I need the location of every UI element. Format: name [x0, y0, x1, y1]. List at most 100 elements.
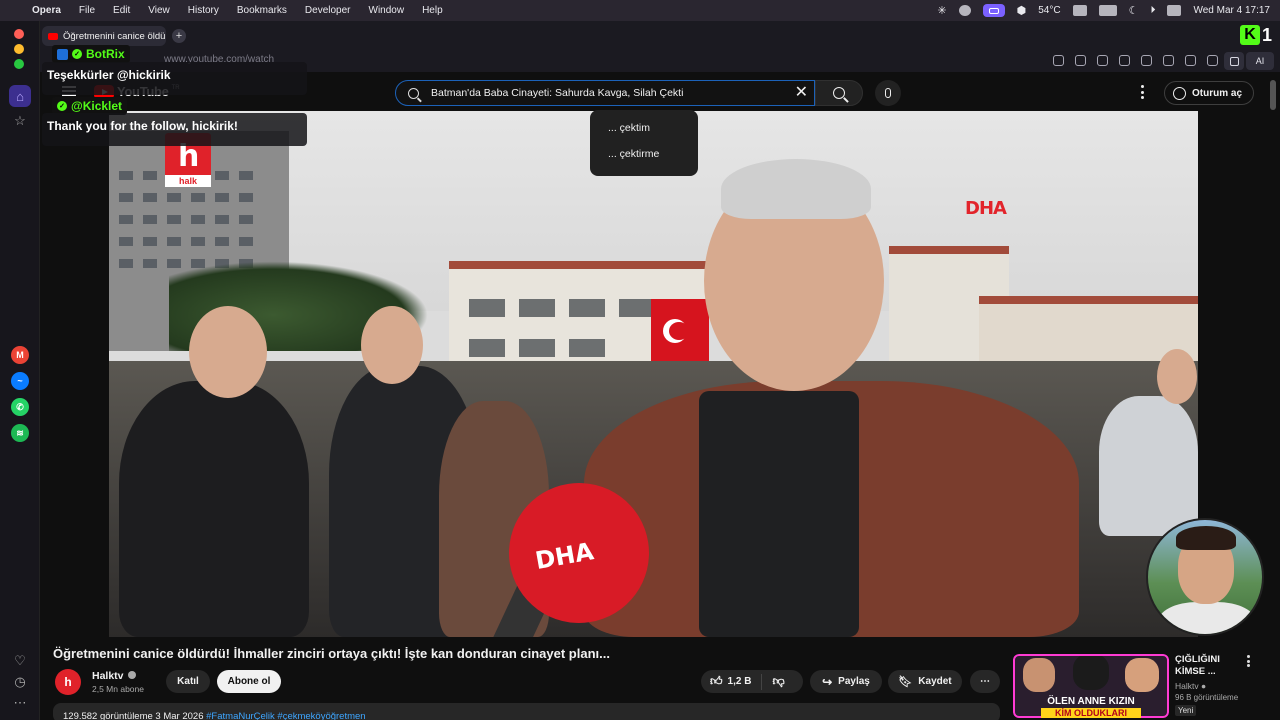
- spotify-icon[interactable]: ≋: [11, 424, 29, 442]
- more-icon[interactable]: ⋯: [9, 692, 31, 714]
- whatsapp-icon[interactable]: ✆: [11, 398, 29, 416]
- control-center-icon[interactable]: [1167, 5, 1182, 16]
- home-icon[interactable]: ⌂: [9, 85, 31, 107]
- moon-icon[interactable]: ☾: [1129, 4, 1139, 17]
- join-button[interactable]: Katıl: [166, 670, 210, 693]
- tab-title: Öğretmenini canice öldü: [63, 30, 166, 42]
- menu-file[interactable]: File: [79, 5, 95, 16]
- battery-icon[interactable]: [1098, 5, 1117, 16]
- person-young-head: [361, 306, 423, 384]
- description-tags[interactable]: #FatmaNurÇelik #çekmeköyöğretmen: [206, 711, 365, 720]
- chat-message-text: Teşekkürler @hickirik: [47, 68, 171, 82]
- recommended-channel[interactable]: Halktv ●: [1175, 681, 1206, 691]
- status-app-icon[interactable]: [958, 5, 971, 16]
- list-icon[interactable]: [1185, 55, 1196, 66]
- settings-kebab-icon[interactable]: [1140, 85, 1144, 99]
- verified-check-icon: ✓: [57, 101, 67, 111]
- screen: Opera File Edit View History Bookmarks D…: [0, 0, 1280, 720]
- extensions-button[interactable]: [1224, 52, 1244, 70]
- turkish-flag: [651, 299, 709, 369]
- person-left-head: [189, 306, 267, 398]
- microphone-label: DHA: [533, 537, 596, 576]
- subscribe-button[interactable]: Abone ol: [217, 670, 281, 693]
- person-left: [119, 381, 309, 637]
- close-window-button[interactable]: [14, 29, 24, 39]
- suggestion-item[interactable]: ... çektirme: [590, 144, 698, 170]
- verified-check-icon: ✓: [72, 49, 82, 59]
- search-input[interactable]: Batman'da Baba Cinayeti: Sahurda Kavga, …: [395, 80, 815, 106]
- shield-icon[interactable]: [1097, 55, 1108, 66]
- menu-history[interactable]: History: [188, 5, 219, 16]
- video-player[interactable]: DHA h halk DHA: [109, 111, 1198, 637]
- recommended-views: 96 B görüntüleme: [1175, 693, 1239, 702]
- like-dislike-group: 👍︎ 1,2 B 👎︎: [701, 670, 803, 693]
- new-tab-button[interactable]: +: [172, 29, 186, 43]
- extension-icon[interactable]: ⬢: [1017, 4, 1027, 17]
- vpn-icon[interactable]: [1119, 55, 1130, 66]
- share-button[interactable]: ↪ Paylaş: [810, 670, 882, 693]
- send-icon[interactable]: [1141, 55, 1152, 66]
- menu-view[interactable]: View: [148, 5, 170, 16]
- tab-youtube[interactable]: Öğretmenini canice öldü: [42, 26, 166, 46]
- search-value[interactable]: Batman'da Baba Cinayeti: Sahurda Kavga, …: [431, 87, 683, 99]
- chat-message: Thank you for the follow, hickirik!: [42, 113, 307, 146]
- voice-search-button[interactable]: [875, 80, 901, 106]
- minimize-window-button[interactable]: [14, 44, 24, 54]
- menu-bookmarks[interactable]: Bookmarks: [237, 5, 287, 16]
- clock[interactable]: Wed Mar 4 17:17: [1193, 5, 1270, 16]
- description-box[interactable]: 129.582 görüntüleme 3 Mar 2026 #FatmaNur…: [53, 703, 1000, 720]
- clear-search-icon[interactable]: ✕: [795, 85, 808, 101]
- menu-edit[interactable]: Edit: [113, 5, 130, 16]
- save-button[interactable]: 🔖︎ Kaydet: [888, 670, 962, 693]
- signin-label: Oturum aç: [1192, 87, 1243, 99]
- profile-icon[interactable]: [1207, 55, 1218, 66]
- recommended-kebab-icon[interactable]: [1246, 655, 1250, 667]
- heart-icon[interactable]: ♡: [9, 650, 31, 672]
- subscriber-count: 2,5 Mn abone: [92, 684, 144, 694]
- aria-ai-button[interactable]: AI: [1246, 52, 1274, 70]
- menu-help[interactable]: Help: [422, 5, 443, 16]
- account-icon: [1173, 86, 1186, 100]
- menu-window[interactable]: Window: [369, 5, 405, 16]
- channel-avatar[interactable]: h: [55, 669, 81, 695]
- macos-menubar: Opera File Edit View History Bookmarks D…: [0, 0, 1280, 21]
- save-label: Kaydet: [918, 676, 952, 687]
- share-label: Paylaş: [838, 676, 870, 687]
- kick-logo-number: 1: [1261, 24, 1272, 45]
- page-scrollbar[interactable]: [1270, 80, 1276, 110]
- screen-record-icon[interactable]: [982, 4, 1005, 17]
- like-button[interactable]: 👍︎ 1,2 B: [710, 674, 751, 689]
- recommended-thumbnail[interactable]: ÖLEN ANNE KIZIN KİM OLDUKLARI: [1013, 654, 1169, 718]
- search-button[interactable]: [815, 80, 863, 106]
- microphone-icon: [885, 88, 891, 98]
- more-actions-button[interactable]: ⋯: [970, 670, 1000, 693]
- star-icon[interactable]: ☆: [9, 110, 31, 132]
- chat-username: @Kicklet: [71, 99, 123, 113]
- like-divider: [761, 673, 763, 690]
- person-speaker-shirt: [699, 391, 859, 637]
- messenger-icon[interactable]: ~: [11, 372, 29, 390]
- gmail-icon[interactable]: M: [11, 346, 29, 364]
- chat-user-botrix: ✓ BotRix: [52, 45, 130, 63]
- edit-icon[interactable]: [1053, 55, 1064, 66]
- zoom-window-button[interactable]: [14, 59, 24, 69]
- temperature-readout[interactable]: 54°C: [1038, 5, 1060, 16]
- display-icon[interactable]: [1072, 5, 1087, 16]
- history-icon[interactable]: ◷: [9, 671, 31, 693]
- menu-app[interactable]: Opera: [32, 5, 61, 16]
- brightness-icon[interactable]: ✳: [937, 4, 946, 17]
- recommended-channel-name: Halktv: [1175, 681, 1199, 691]
- share-icon: ↪: [822, 674, 833, 689]
- recommended-title[interactable]: ÇIĞLIĞINI KİMSE ...: [1175, 654, 1245, 678]
- suggestion-item[interactable]: ... çektim: [590, 118, 698, 144]
- heart-outline-icon[interactable]: [1163, 55, 1174, 66]
- signin-button[interactable]: Oturum aç: [1164, 81, 1254, 105]
- thumbs-down-icon[interactable]: 👎︎: [772, 674, 784, 689]
- play-icon[interactable]: ⏵: [1150, 5, 1155, 16]
- channel-name-text: Halktv: [92, 670, 124, 682]
- channel-name[interactable]: Halktv: [92, 670, 136, 682]
- menu-developer[interactable]: Developer: [305, 5, 351, 16]
- camera-icon[interactable]: [1075, 55, 1086, 66]
- tab-bar: Öğretmenini canice öldü + K 1: [40, 21, 1280, 50]
- chat-message-text: Thank you for the follow, hickirik!: [47, 119, 238, 133]
